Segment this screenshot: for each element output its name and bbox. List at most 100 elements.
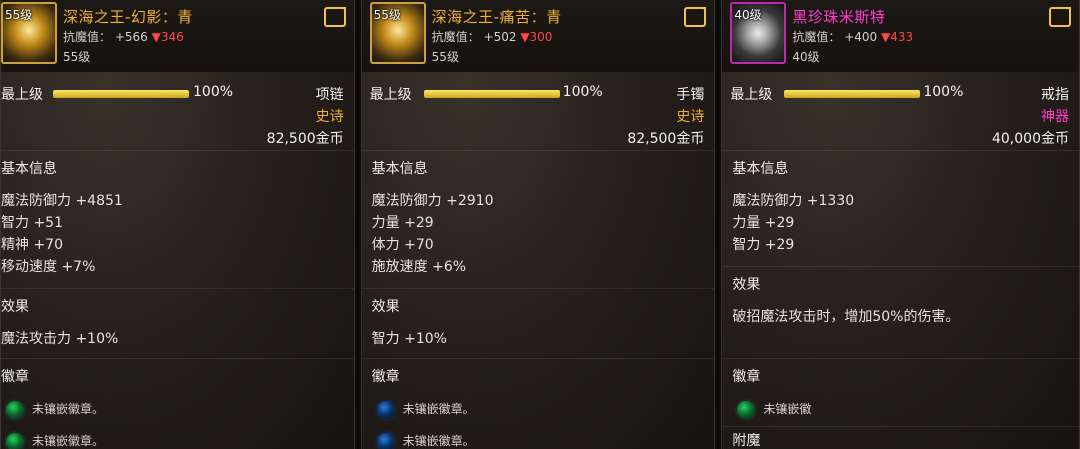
- grade-bar-fill: [784, 90, 921, 98]
- grade-percent: 100%: [562, 84, 603, 100]
- emblem-socket[interactable]: 未镶嵌徽章。: [372, 430, 702, 449]
- emblem-title: 徽章: [371, 369, 400, 385]
- resist-label: 抗魔值：: [792, 30, 841, 44]
- divider: [361, 150, 715, 151]
- item-name: 深海之王-幻影：青: [63, 8, 193, 26]
- emblem-title: 徽章: [1, 369, 29, 385]
- item-name: 深海之王-痛苦：青: [431, 8, 562, 26]
- slot-type: 手镯: [676, 87, 705, 103]
- divider: [1, 288, 354, 289]
- icon-level: 40级: [734, 8, 762, 22]
- share-icon[interactable]: [684, 7, 707, 27]
- stat-item: 精神 +70: [1, 237, 63, 253]
- divider: [1, 150, 354, 151]
- resist-value: 抗魔值： +400 ▼433: [792, 28, 913, 45]
- grade-row: 最上级 100% 项链 史诗 82,500金币: [1, 84, 354, 147]
- grade-label: 最上级: [1, 87, 43, 103]
- item-panel-ring: 40级 黑珍珠米斯特 抗魔值： +400 ▼433 40级 最上级 100% 戒…: [721, 0, 1080, 449]
- resist-down: ▼300: [520, 30, 553, 44]
- necklace-icon: 55级: [1, 2, 57, 64]
- resist-up: +400: [844, 30, 878, 44]
- icon-level: 55级: [373, 8, 401, 22]
- stat-item: 力量 +29: [732, 215, 795, 231]
- rarity: 史诗: [315, 109, 344, 125]
- basic-info-title: 基本信息: [371, 161, 428, 177]
- grade-bar: [784, 90, 921, 98]
- icon-level: 55级: [5, 8, 33, 22]
- stats-list: 魔法防御力 +4851 智力 +51 精神 +70 移动速度 +7%: [1, 190, 354, 278]
- basic-info-title: 基本信息: [732, 161, 789, 177]
- effect-title: 效果: [732, 277, 761, 293]
- share-icon[interactable]: [1048, 7, 1071, 27]
- grade-row: 最上级 100% 手镯 史诗 82,500金币: [362, 84, 715, 147]
- stats-list: 魔法防御力 +2910 力量 +29 体力 +70 施放速度 +6%: [372, 190, 715, 278]
- stat-item: 魔法防御力 +2910: [371, 193, 494, 209]
- divider: [1, 358, 354, 359]
- resist-value: 抗魔值： +502 ▼300: [432, 28, 553, 45]
- stat-item: 移动速度 +7%: [1, 259, 96, 275]
- grade-bar-fill: [423, 90, 560, 98]
- resist-label: 抗魔值：: [431, 30, 480, 44]
- effect-text: 魔法攻击力 +10%: [1, 331, 119, 347]
- grade-label: 最上级: [730, 87, 773, 103]
- stats-list: 魔法防御力 +1330 力量 +29 智力 +29: [732, 190, 1079, 256]
- divider: [722, 266, 1079, 267]
- stat-item: 施放速度 +6%: [371, 259, 467, 275]
- divider: [361, 288, 715, 289]
- resist-up: +566: [114, 30, 148, 44]
- emblem-status: 未镶嵌徽章。: [402, 402, 475, 416]
- stat-item: 体力 +70: [371, 237, 434, 253]
- effect-text: 智力 +10%: [371, 331, 447, 347]
- effect-text: 破招魔法攻击时，增加50%的伤害。: [732, 309, 960, 325]
- price: 40,000金币: [991, 131, 1069, 147]
- grade-bar: [423, 90, 560, 98]
- stat-item: 智力 +51: [1, 215, 63, 231]
- divider: [722, 358, 1079, 359]
- blue-gem-icon: [374, 431, 397, 449]
- resist-up: +502: [483, 30, 517, 44]
- emblem-status: 未镶嵌徽章。: [32, 434, 105, 448]
- item-comparison: 55级 深海之王-幻影：青 抗魔值： +566 ▼346 55级 最上级 100…: [0, 0, 1080, 449]
- share-icon[interactable]: [323, 7, 346, 27]
- grade-percent: 100%: [193, 84, 234, 100]
- resist-down: ▼433: [880, 30, 914, 44]
- bracelet-icon: 55级: [369, 2, 426, 64]
- slot-type: 项链: [315, 87, 344, 103]
- emblem-socket[interactable]: 未镶嵌徽: [732, 398, 1062, 421]
- item-name: 黑珍珠米斯特: [792, 8, 886, 26]
- emblem-status: 未镶嵌徽章。: [32, 402, 105, 416]
- price: 82,500金币: [627, 131, 705, 147]
- green-gem-icon: [4, 399, 26, 421]
- price: 82,500金币: [266, 131, 344, 147]
- emblem-socket[interactable]: 未镶嵌徽章。: [1, 430, 331, 449]
- grade-percent: 100%: [923, 84, 964, 100]
- stat-item: 魔法防御力 +4851: [1, 193, 123, 209]
- divider: [722, 426, 1079, 427]
- green-gem-icon: [735, 399, 758, 421]
- resist-value: 抗魔值： +566 ▼346: [63, 28, 184, 45]
- grade-bar: [53, 90, 189, 98]
- stat-item: 力量 +29: [371, 215, 434, 231]
- emblem-status: 未镶嵌徽: [763, 402, 812, 416]
- item-level: 55级: [431, 50, 459, 64]
- rarity: 史诗: [676, 109, 705, 125]
- basic-info-title: 基本信息: [1, 161, 57, 177]
- item-level: 40级: [792, 50, 820, 64]
- grade-bar-fill: [53, 90, 189, 98]
- divider: [361, 358, 715, 359]
- effect-title: 效果: [1, 299, 29, 315]
- emblem-socket[interactable]: 未镶嵌徽章。: [1, 398, 331, 421]
- resist-down: ▼346: [151, 30, 184, 44]
- slot-type: 戒指: [1040, 87, 1069, 103]
- item-panel-bracelet: 55级 深海之王-痛苦：青 抗魔值： +502 ▼300 55级 最上级 100…: [360, 0, 716, 449]
- item-level: 55级: [63, 50, 91, 64]
- stat-item: 智力 +29: [732, 237, 795, 253]
- rarity: 神器: [1040, 109, 1069, 125]
- stat-item: 魔法防御力 +1330: [732, 193, 855, 209]
- grade-row: 最上级 100% 戒指 神器 40,000金币: [722, 84, 1079, 147]
- effect-title: 效果: [371, 299, 400, 315]
- enchant-title: 附魔: [732, 433, 761, 449]
- ring-icon: 40级: [730, 2, 787, 64]
- emblem-socket[interactable]: 未镶嵌徽章。: [372, 398, 702, 421]
- grade-label: 最上级: [369, 87, 412, 103]
